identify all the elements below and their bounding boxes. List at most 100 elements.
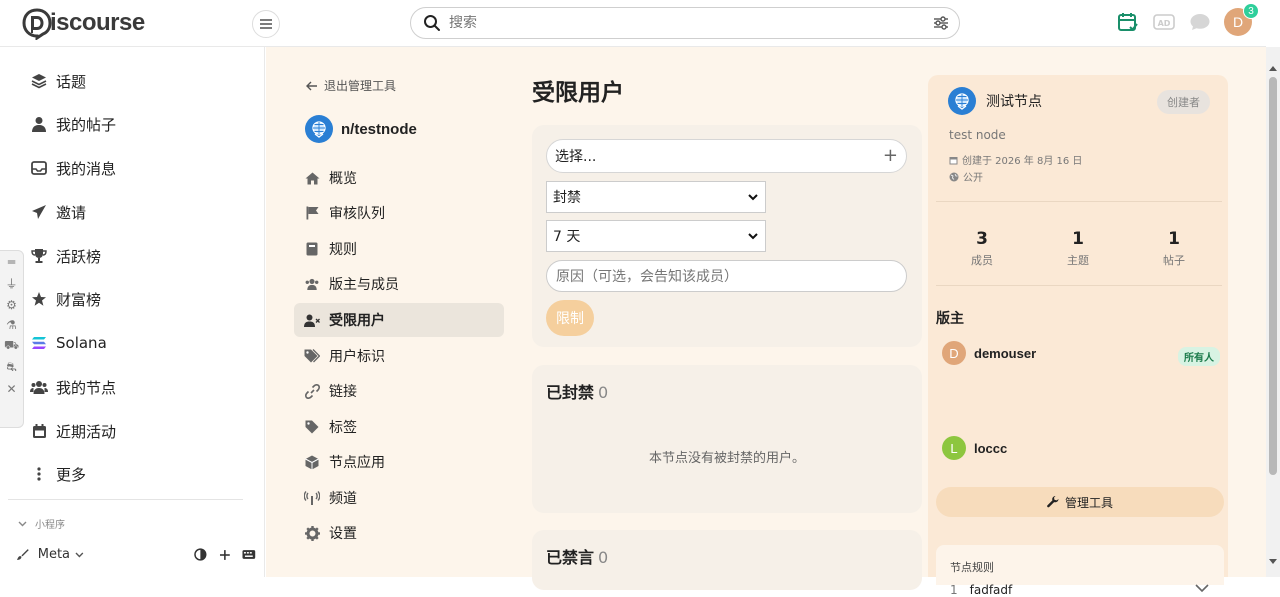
truck-icon[interactable]: ⛟	[4, 338, 19, 354]
sidebar-item-solana[interactable]: Solana	[30, 331, 107, 355]
home-icon	[304, 170, 320, 186]
chevron-down-icon	[18, 521, 27, 526]
admin-nav-user-badges[interactable]: 用户标识	[294, 339, 504, 373]
star-icon	[30, 290, 48, 308]
globe-icon	[949, 172, 959, 181]
admin-nav-overview[interactable]: 概览	[294, 161, 504, 195]
duration-select[interactable]: 7 天	[546, 220, 766, 252]
action-select[interactable]: 封禁	[546, 181, 766, 213]
admin-nav-channels[interactable]: 频道	[294, 481, 504, 515]
admin-nav-review-queue[interactable]: 审核队列	[294, 196, 504, 230]
page-title: 受限用户	[532, 80, 624, 106]
scroll-up-icon[interactable]	[1269, 65, 1277, 73]
calendar-icon	[30, 422, 48, 440]
sidebar-item-my-nodes[interactable]: 我的节点	[30, 375, 116, 399]
member-row[interactable]: D demouser	[942, 341, 1036, 365]
user-avatar[interactable]: D 3	[1224, 3, 1259, 36]
broadcast-icon	[304, 490, 320, 506]
chat-icon[interactable]	[1188, 10, 1212, 34]
scroll-thumb[interactable]	[1269, 77, 1277, 475]
moderators-heading: 版主	[936, 311, 964, 327]
node-rules-card: 节点规则 1 fadfadf	[936, 545, 1224, 597]
divider	[936, 285, 1222, 286]
cogs-icon[interactable]: ⚙	[6, 298, 17, 312]
rule-item[interactable]: 1 fadfadf	[950, 583, 1012, 597]
banned-users-card: 已封禁 0 本节点没有被封禁的用户。	[532, 365, 922, 513]
page-scrollbar[interactable]	[1266, 47, 1280, 577]
calendar-icon	[949, 156, 958, 164]
flask-icon[interactable]: ⚗	[6, 318, 17, 332]
close-icon[interactable]: ✕	[6, 382, 16, 396]
sidebar-footer: Meta	[16, 547, 256, 562]
member-row[interactable]: L loccc	[942, 436, 1007, 460]
calendar-check-icon[interactable]	[1116, 10, 1140, 34]
sidebar-item-recent-activity[interactable]: 近期活动	[30, 419, 116, 443]
chevron-down-icon	[748, 194, 758, 201]
top-header: iscourse AD D 3	[0, 0, 1266, 47]
admin-nav-moderators-members[interactable]: 版主与成员	[294, 267, 504, 301]
sidebar-item-my-posts[interactable]: 我的帖子	[30, 112, 116, 136]
sidebar-item-invite[interactable]: 邀请	[30, 200, 86, 224]
node-logo-icon	[948, 87, 976, 115]
meta-dropdown[interactable]: Meta	[38, 547, 70, 562]
link-icon	[304, 383, 320, 399]
muted-users-card: 已禁言 0	[532, 530, 922, 590]
admin-nav-node-apps[interactable]: 节点应用	[294, 445, 504, 479]
plus-icon: +	[882, 145, 898, 166]
node-display-name: 测试节点	[986, 94, 1042, 110]
sidebar-item-my-messages[interactable]: 我的消息	[30, 156, 116, 180]
reason-input[interactable]: 原因（可选，会告知该成员）	[546, 260, 907, 292]
hamburger-icon	[260, 19, 272, 29]
truck-flatbed-icon[interactable]: ⛐	[6, 360, 16, 376]
search-filter-icon[interactable]	[933, 15, 949, 31]
inbox-icon	[30, 159, 48, 177]
limit-button[interactable]: 限制	[546, 300, 594, 336]
node-created-date: 创建于 2026 年 8月 16 日	[949, 152, 1082, 167]
exit-admin-link[interactable]: 退出管理工具	[306, 77, 396, 94]
avatar: D	[942, 341, 966, 365]
plug-icon[interactable]: ⏚	[5, 275, 17, 292]
chevron-down-icon	[75, 552, 84, 557]
admin-nav-restricted-users[interactable]: 受限用户	[294, 303, 504, 337]
sidebar-item-more[interactable]: 更多	[30, 462, 86, 486]
node-title: n/testnode	[305, 115, 417, 143]
admin-nav-settings[interactable]: 设置	[294, 516, 504, 550]
users-icon	[30, 378, 48, 396]
discourse-logo[interactable]: iscourse	[22, 6, 145, 41]
search-box[interactable]	[410, 7, 960, 39]
main-sidebar: 话题 我的帖子 我的消息 邀请 活跃榜 财富榜 Solana 我的节点 近期活动…	[0, 47, 265, 577]
sidebar-toggle-button[interactable]	[252, 10, 280, 38]
banned-empty-message: 本节点没有被封禁的用户。	[648, 451, 805, 466]
admin-nav-tags[interactable]: 标签	[294, 410, 504, 444]
sidebar-item-topics[interactable]: 话题	[30, 69, 86, 93]
node-info-panel: 测试节点 创建者 test node 创建于 2026 年 8月 16 日 公开…	[928, 75, 1228, 597]
trophy-icon	[30, 247, 48, 265]
svg-text:AD: AD	[1158, 19, 1171, 28]
manage-tools-button[interactable]: 管理工具	[936, 487, 1224, 517]
restrict-form-card: 选择... + 封禁 7 天 原因（可选，会告知该成员） 限制	[532, 125, 922, 347]
sidebar-divider	[8, 499, 243, 500]
admin-nav-rules[interactable]: 规则	[294, 232, 504, 266]
creator-badge: 创建者	[1157, 90, 1210, 114]
plus-icon[interactable]	[219, 549, 231, 561]
sidebar-item-active-rank[interactable]: 活跃榜	[30, 244, 101, 268]
sidebar-item-wealth-rank[interactable]: 财富榜	[30, 287, 101, 311]
avatar: L	[942, 436, 966, 460]
flag-icon	[304, 205, 320, 221]
sidebar-section-mini-program[interactable]: 小程序	[18, 516, 65, 531]
owner-badge: 所有人	[1178, 347, 1220, 366]
scroll-down-icon[interactable]	[1269, 557, 1277, 565]
chevron-down-icon[interactable]	[1194, 583, 1210, 593]
theme-toggle-icon[interactable]	[194, 548, 207, 561]
ad-icon[interactable]: AD	[1152, 10, 1176, 34]
drag-handle-icon[interactable]: ═	[8, 255, 15, 269]
gear-icon	[304, 525, 320, 541]
brush-icon[interactable]	[16, 548, 29, 561]
keyboard-icon[interactable]	[242, 549, 256, 560]
admin-nav-links[interactable]: 链接	[294, 374, 504, 408]
node-description: test node	[949, 128, 1006, 142]
banned-heading: 已封禁 0	[546, 383, 609, 402]
tags-icon	[304, 348, 320, 364]
user-select-input[interactable]: 选择... +	[546, 139, 907, 173]
search-input[interactable]	[449, 15, 909, 31]
